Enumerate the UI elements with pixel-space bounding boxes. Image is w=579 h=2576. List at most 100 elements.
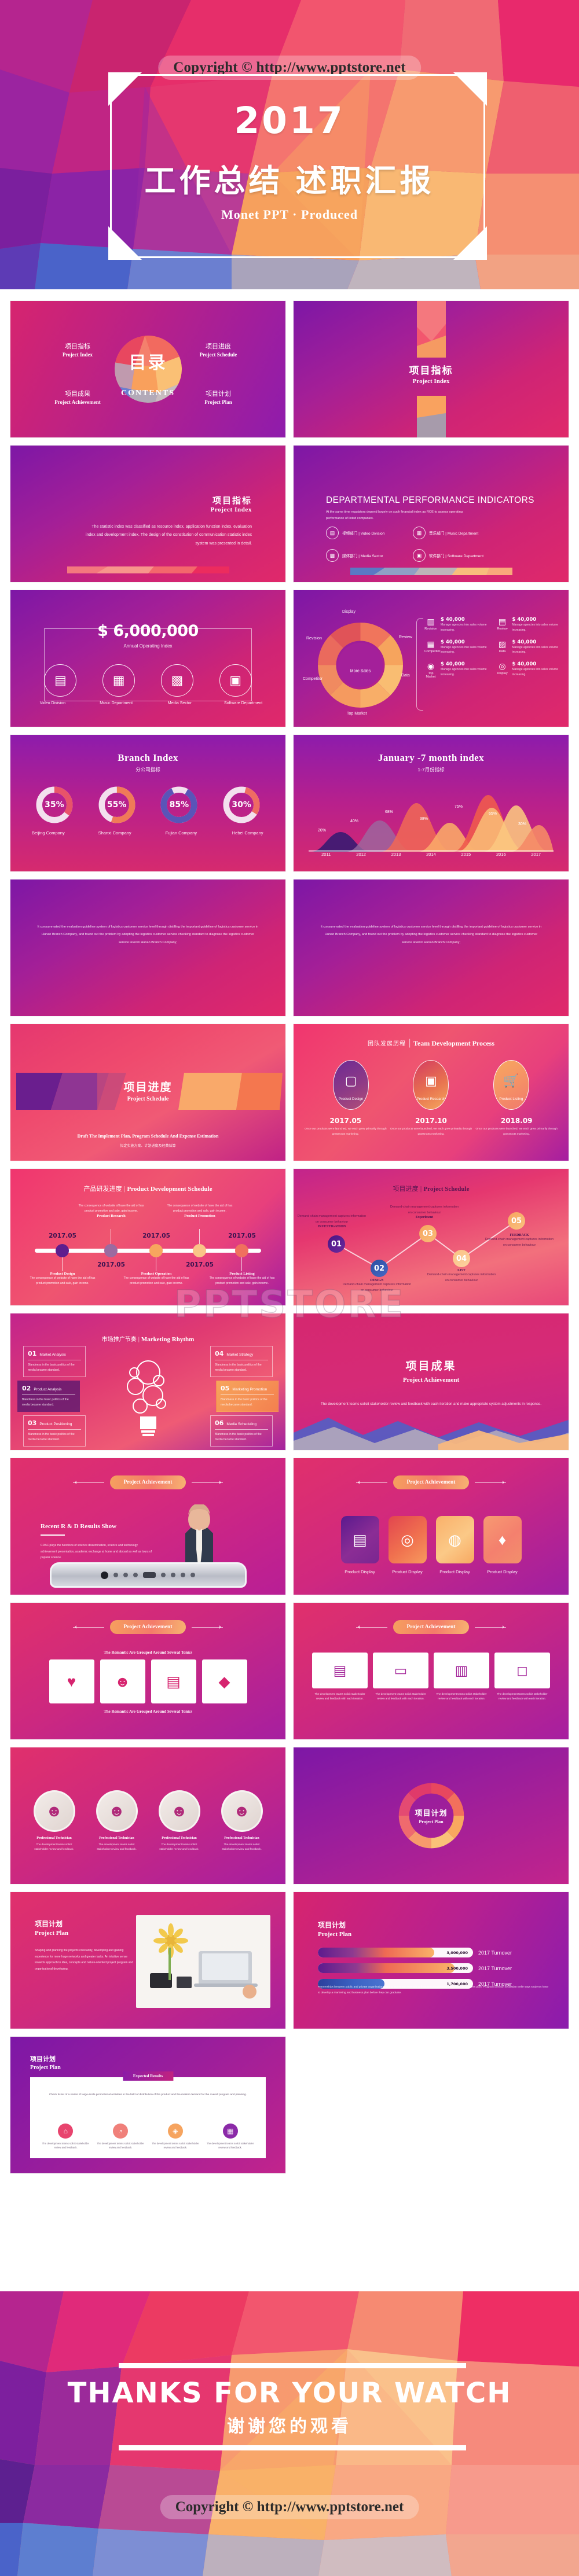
slide-annual-operating-index[interactable]: $ 6,000,000 Annual Operating Index ▤ ▦ ▩… — [10, 590, 285, 727]
step-node-03[interactable]: 03 — [419, 1225, 437, 1242]
slide-gallery-two[interactable]: Project Achievement ▤ The development te… — [294, 1603, 569, 1739]
marketing-card-03[interactable]: 03 Product Positioning Blandness in the b… — [23, 1415, 86, 1447]
team-member[interactable]: ☻ Professional Technician The developmen… — [92, 1790, 142, 1852]
timeline-dot-3[interactable] — [149, 1244, 163, 1257]
sales-cycle-item[interactable]: ▨ Data $ 40,000 Manage agencies into sal… — [496, 639, 560, 656]
analytics-person-icon: ▦ — [413, 527, 426, 539]
gallery-card[interactable]: ☻ — [100, 1659, 145, 1703]
slide-product-display[interactable]: Project Achievement ▤ ◎ ◍ ♦ Product Disp… — [294, 1458, 569, 1595]
team-member[interactable]: ☻ Professional Technician The developmen… — [155, 1790, 204, 1852]
step-node-05[interactable]: 05 — [508, 1212, 525, 1230]
sales-cycle-item[interactable]: ◉ Top Market $ 40,000 Manage agencies in… — [424, 661, 488, 679]
step-node-01[interactable]: 01 — [328, 1235, 345, 1253]
sales-cycle-item[interactable]: ▦ Competitor $ 40,000 Manage agencies in… — [424, 639, 488, 656]
slide-plan-expected-results[interactable]: 项目计划 Project Plan Expected Results Check… — [10, 2037, 285, 2173]
phone-mockup — [49, 1562, 247, 1588]
slide-marketing-rhythm[interactable]: 市场推广节奏 | Marketing Rhythm 01 Market Anal… — [10, 1313, 285, 1450]
gallery2-card[interactable]: ▤ The development teams solicit stakehol… — [312, 1653, 368, 1702]
marketing-card-02[interactable]: 02 Product Analysis Blandness in the basi… — [17, 1381, 80, 1412]
achievement-section-label: 项目成果 Project Achievement — [294, 1357, 569, 1383]
slide-rd-results[interactable]: Project Achievement Recent R & D Results… — [10, 1458, 285, 1595]
slide-sales-cycle[interactable]: More Sales Display Review Data Top Marke… — [294, 590, 569, 727]
team-member[interactable]: ☻ Professional Technician The developmen… — [217, 1790, 267, 1852]
achievement-body: The development teams solicit stakeholde… — [320, 1402, 542, 1406]
slide-section-project-achievement[interactable]: 项目成果 Project Achievement The development… — [294, 1313, 569, 1450]
product-card-2[interactable]: ◎ — [388, 1516, 427, 1563]
stage-oval-product-design[interactable]: ▢ Product Design — [333, 1060, 369, 1110]
slide-product-development-schedule[interactable]: 产品研发进度 | Product Development Schedule 20… — [10, 1169, 285, 1305]
gallery-card[interactable]: ◆ — [201, 1659, 247, 1703]
slide-row: 产品研发进度 | Product Development Schedule 20… — [10, 1169, 569, 1305]
toc-item-4[interactable]: 项目计划 Project Plan — [178, 389, 259, 405]
gallery-card[interactable]: ♥ — [49, 1659, 94, 1703]
ring-label-top-market: Top Market — [347, 712, 367, 716]
product-card-1[interactable]: ▤ — [340, 1516, 379, 1563]
branch-donut-value: 85% — [169, 800, 189, 809]
slide-branch-index[interactable]: Branch Index 分公司指标 35% 55% 85% 30% Beiji… — [10, 735, 285, 871]
result-item[interactable]: ◈ The development teams solicit stakehol… — [152, 2123, 199, 2150]
slide-project-schedule-steps[interactable]: 项目进度 | Project Schedule 01 02 03 04 05 D… — [294, 1169, 569, 1305]
result-text: The development teams solicit stakeholde… — [97, 2141, 144, 2150]
gallery-card[interactable]: ▤ — [151, 1659, 196, 1703]
toc-item-3[interactable]: 项目成果 Project Achievement — [31, 389, 124, 405]
slide-index-note-right[interactable]: It consummated the evaluation guideline … — [294, 879, 569, 1016]
result-item[interactable]: ◔ The development teams solicit stakehol… — [97, 2123, 144, 2150]
sales-cycle-item[interactable]: ◎ Display $ 40,000 Manage agencies into … — [496, 661, 560, 679]
team-member[interactable]: ☻ Professional Technician The developmen… — [30, 1790, 79, 1852]
marketing-card-05[interactable]: 05 Marketing Promotion Blandness in the b… — [216, 1381, 278, 1412]
slide-team-members[interactable]: ☻ Professional Technician The developmen… — [10, 1747, 285, 1884]
expected-results-text: Check ticket of a series of large-scale … — [49, 2093, 247, 2096]
presentation-chart-icon[interactable]: ▤ — [44, 664, 77, 697]
slide-row: Project Achievement Recent R & D Results… — [10, 1458, 569, 1595]
timeline-dot-2[interactable] — [104, 1244, 118, 1257]
result-item[interactable]: ▦ The development teams solicit stakehol… — [207, 2123, 254, 2150]
slide-contents[interactable]: 目录 CONTENTS 项目指标 Project Index 项目进度 Proj… — [10, 301, 285, 437]
team-process-oval-row: ▢ Product Design ▣ Product Research 🛒 Pr… — [294, 1060, 569, 1110]
slide-gallery-one[interactable]: Project Achievement The Romantic Are Gro… — [10, 1603, 285, 1739]
sales-cycle-item[interactable]: ▤ Review $ 40,000 Manage agencies into s… — [496, 617, 560, 633]
step-node-04[interactable]: 04 — [453, 1250, 470, 1267]
step-node-02[interactable]: 02 — [371, 1260, 388, 1277]
gallery2-card[interactable]: ◻ The development teams solicit stakehol… — [494, 1653, 550, 1702]
slide-project-index-text[interactable]: 项目指标 Project Index The statistic index w… — [10, 446, 285, 582]
slide-section-project-index[interactable]: 项目指标 Project Index — [294, 301, 569, 437]
marketing-card-01[interactable]: 01 Market Analysis Blandness in the basic… — [23, 1346, 86, 1377]
gallery2-card[interactable]: ▥ The development teams solicit stakehol… — [434, 1653, 489, 1702]
product-card-4[interactable]: ♦ — [483, 1516, 522, 1563]
branch-index-heading: Branch Index 分公司指标 — [10, 752, 285, 773]
marketing-card-04[interactable]: 04 Market Strategy Blandness in the basic… — [210, 1346, 273, 1377]
ppt-template-preview: Copyright © http://www.pptstore.net 2017… — [0, 0, 579, 2576]
document-search-icon[interactable]: ▣ — [219, 664, 252, 697]
analytics-person-icon[interactable]: ▦ — [102, 664, 135, 697]
marketing-card-06[interactable]: 06 Media Scheduling Blandness in the basi… — [210, 1415, 273, 1447]
result-item[interactable]: ⌂ The development teams solicit stakehol… — [42, 2123, 89, 2150]
departmental-item[interactable]: ▣ 软件部门 | Software Department — [413, 549, 500, 562]
department-circle-row: ▤ ▦ ▩ ▣ — [10, 664, 285, 697]
toc-item-1[interactable]: 项目指标 Project Index — [37, 341, 118, 358]
timeline-dot-1[interactable] — [56, 1244, 69, 1257]
stage-oval-product-listing[interactable]: 🛒 Product Listing — [493, 1060, 529, 1110]
stage-detail: 2018.09 Once our products were launched,… — [474, 1117, 559, 1138]
departmental-item[interactable]: ▩ 媒体部门 | Media Sector — [326, 549, 413, 562]
toc-item-2[interactable]: 项目进度 Project Schedule — [178, 341, 259, 358]
slide-departmental-indicators[interactable]: DEPARTMENTAL PERFORMANCE INDICATORS At t… — [294, 446, 569, 582]
slide-index-note-left[interactable]: It consummated the evaluation guideline … — [10, 879, 285, 1016]
product-card-3[interactable]: ◍ — [435, 1516, 474, 1563]
timeline-dot-5[interactable] — [235, 1244, 248, 1257]
timeline-name: Product Operation — [141, 1272, 172, 1276]
toc-item-3-en: Project Achievement — [54, 399, 101, 405]
slide-team-development-process[interactable]: 团队发展历程 | Team Development Process ▢ Prod… — [294, 1024, 569, 1161]
slide-month-index[interactable]: January -7 month index 1-7月份指标 20% 40% 6… — [294, 735, 569, 871]
departmental-item[interactable]: ▤ 视频部门 | Video Division — [326, 527, 413, 539]
sales-cycle-item[interactable]: ▥ Revision $ 40,000 Manage agencies into… — [424, 617, 488, 633]
stage-oval-product-research[interactable]: ▣ Product Research — [413, 1060, 449, 1110]
slide-section-project-schedule[interactable]: 项目进度 Project Schedule Draft The Implemen… — [10, 1024, 285, 1161]
dev-schedule-title-cn: 产品研发进度 — [83, 1186, 122, 1193]
slide-plan-photo[interactable]: 项目计划 Project Plan Shaping and planning t… — [10, 1892, 285, 2029]
gallery2-card[interactable]: ▭ The development teams solicit stakehol… — [373, 1653, 428, 1702]
slide-plan-bars[interactable]: 项目计划 Project Plan 3,000,000 2017 Turnove… — [294, 1892, 569, 2029]
trend-person-icon[interactable]: ▩ — [160, 664, 193, 697]
slide-section-project-plan[interactable]: 项目计划 Project Plan — [294, 1747, 569, 1884]
departmental-item[interactable]: ▦ 音乐部门 | Music Department — [413, 527, 500, 539]
timeline-dot-4[interactable] — [193, 1244, 206, 1257]
